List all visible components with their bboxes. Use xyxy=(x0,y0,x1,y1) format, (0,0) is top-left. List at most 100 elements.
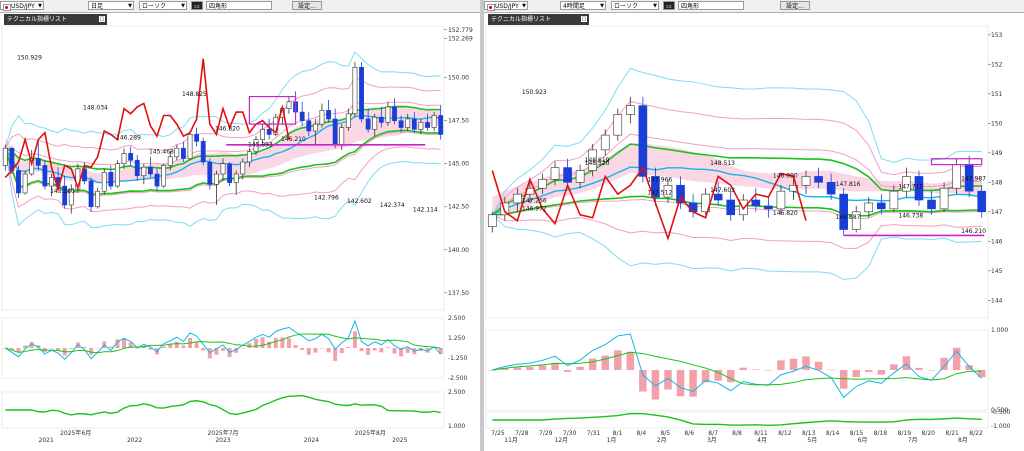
candle-body xyxy=(438,115,444,135)
macd-histogram-bar xyxy=(379,348,384,353)
macd-histogram-bar xyxy=(513,367,522,370)
macd-histogram-bar xyxy=(726,370,735,383)
macd-histogram-bar xyxy=(352,331,357,348)
candle-body xyxy=(713,193,723,201)
price-axis-label: 137.50 xyxy=(448,290,469,297)
candle-body xyxy=(814,176,823,183)
macd-histogram-bar xyxy=(339,348,344,354)
candle-body xyxy=(411,118,417,130)
candle-body xyxy=(638,105,648,177)
candle-body xyxy=(826,182,836,195)
candle-body xyxy=(575,170,585,183)
macd-histogram-bar xyxy=(293,344,298,348)
macd-histogram-bar xyxy=(764,370,773,371)
candle-body xyxy=(42,165,48,187)
oscillator-axis-label: 1.250 xyxy=(448,335,465,342)
candle-body xyxy=(16,170,21,194)
time-axis-secondary-label: 6月 xyxy=(858,437,868,444)
price-annotation: 146.210 xyxy=(281,136,306,143)
candle-body xyxy=(359,67,364,120)
daily-chart-canvas[interactable]: 150.929 143.180 148.034 146.289 145.468 148.8… xyxy=(0,0,480,451)
candle-body xyxy=(286,101,292,109)
candle-body xyxy=(326,110,331,120)
time-axis-secondary-label: 2025 xyxy=(392,437,407,444)
price-annotation: 147.966 xyxy=(647,176,672,183)
price-annotation: 150.929 xyxy=(17,55,42,62)
candle-body xyxy=(227,163,233,183)
candle-body xyxy=(977,190,987,213)
price-axis-label: 147 xyxy=(991,209,1003,216)
candle-body xyxy=(2,147,8,166)
time-axis-label: 8/21 xyxy=(945,430,959,437)
price-annotation: 146.687 xyxy=(836,214,861,221)
price-annotation: 147.603 xyxy=(710,187,735,194)
macd-histogram-bar xyxy=(273,337,278,348)
macd-histogram-bar xyxy=(346,346,351,348)
candle-body xyxy=(161,165,167,187)
macd-histogram-bar xyxy=(49,348,54,349)
candle-body xyxy=(306,120,312,132)
macd-histogram-bar xyxy=(576,366,584,370)
candle-body xyxy=(134,159,140,177)
candle-body xyxy=(200,141,206,163)
candle-body xyxy=(392,106,397,121)
macd-histogram-bar xyxy=(359,348,364,352)
time-axis-label: 8/4 xyxy=(637,430,647,437)
macd-histogram-bar xyxy=(161,346,166,348)
price-axis-label: 153 xyxy=(991,32,1003,39)
candle-body xyxy=(751,199,761,207)
candle-body xyxy=(332,118,338,146)
price-axis-label: 149 xyxy=(991,150,1003,157)
macd-histogram-bar xyxy=(789,358,798,370)
oscillator-axis-label: 2.500 xyxy=(448,389,465,396)
candle-body xyxy=(939,187,949,210)
price-annotation: 148.520 xyxy=(585,160,610,167)
h4-chart-canvas[interactable]: 150.923148.619147.512 147.603148.090147.8… xyxy=(484,0,1024,451)
time-axis-label: 2025年7月 xyxy=(207,429,238,437)
time-axis-secondary-label: 2024 xyxy=(304,437,319,444)
macd-histogram-bar xyxy=(639,370,647,392)
candle-body xyxy=(431,115,437,128)
price-annotation: 147.256 xyxy=(522,197,547,204)
candle-body xyxy=(233,173,239,183)
macd-histogram-bar xyxy=(405,348,410,353)
time-axis-label: 8/1 xyxy=(613,430,623,437)
macd-histogram-bar xyxy=(626,351,635,370)
time-axis-label: 8/18 xyxy=(874,430,888,437)
price-annotation: 148.034 xyxy=(83,104,108,111)
price-axis-label: 146 xyxy=(991,238,1003,245)
time-axis-secondary-label: 2022 xyxy=(127,437,142,444)
candle-body xyxy=(613,114,623,136)
candle-body xyxy=(726,199,736,216)
time-axis-label: 8/22 xyxy=(969,430,983,437)
macd-histogram-bar xyxy=(802,356,810,370)
candle-body xyxy=(220,163,226,175)
macd-histogram-bar xyxy=(313,348,318,353)
time-axis-secondary-label: 4月 xyxy=(757,437,767,444)
candle-body xyxy=(246,151,252,163)
macd-histogram-bar xyxy=(752,369,760,370)
price-annotation: 146.972 xyxy=(522,206,547,213)
candle-body xyxy=(299,111,305,121)
time-axis-secondary-label: 5月 xyxy=(807,437,817,444)
price-annotation: 147.987 xyxy=(961,176,986,183)
candle-body xyxy=(194,134,200,142)
time-axis-secondary-label: 11月 xyxy=(504,437,518,444)
price-axis-label: 152.269 xyxy=(448,36,473,43)
macd-histogram-bar xyxy=(915,367,923,370)
macd-histogram-bar xyxy=(865,370,873,372)
macd-histogram-bar xyxy=(108,346,113,348)
price-axis-label: 145.00 xyxy=(448,161,469,168)
daily-chart-pane[interactable]: USD/JPY ▼ 日足 ▼ ローソク ▼ ▭ 四角形 設定... テクニカル指… xyxy=(0,0,480,451)
candle-body xyxy=(312,123,318,132)
price-annotation: 146.820 xyxy=(215,125,240,132)
time-axis-label: 2025年8月 xyxy=(355,429,386,437)
macd-histogram-bar xyxy=(852,370,860,378)
time-axis-label: 8/15 xyxy=(850,430,864,437)
oscillator-axis-label: 1.000 xyxy=(991,327,1008,334)
candle-body xyxy=(385,106,391,123)
time-axis-secondary-label: 2月 xyxy=(657,437,667,444)
candle-body xyxy=(513,193,522,204)
macd-histogram-bar xyxy=(306,348,311,355)
h4-chart-pane[interactable]: USD/JPY ▼ 4時間足 ▼ ローソク ▼ ▭ 四角形 設定... テクニカ… xyxy=(484,0,1024,451)
